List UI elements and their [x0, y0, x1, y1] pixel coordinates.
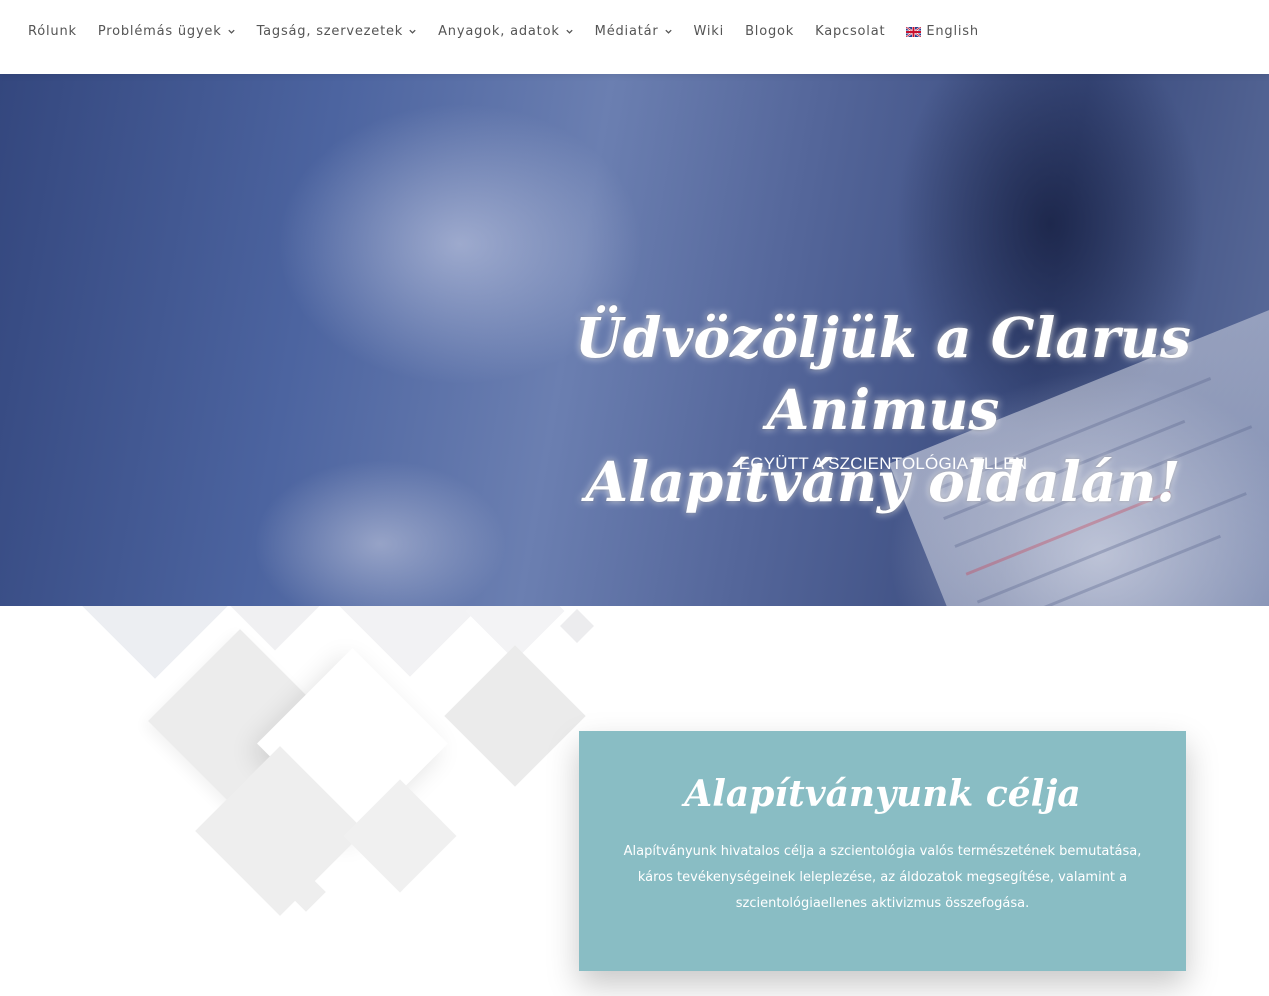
nav-label: Problémás ügyek: [97, 24, 222, 39]
nav-item-blogok[interactable]: Blogok: [745, 24, 794, 39]
hero-title: Üdvözöljük a Clarus Animus Alapítvány ol…: [480, 302, 1269, 518]
chevron-down-icon: [227, 29, 235, 34]
nav-label: Tagság, szervezetek: [256, 24, 404, 39]
card-text: Alapítványunk hivatalos célja a szciento…: [623, 844, 1142, 911]
card-title: Alapítványunk célja: [684, 773, 1081, 815]
nav-menu: Rólunk Problémás ügyek Tagság, szervezet…: [28, 24, 1000, 39]
hero-title-line-1: Üdvözöljük a Clarus Animus: [574, 305, 1192, 442]
chevron-down-icon: [664, 29, 672, 34]
nav-label: Blogok: [745, 24, 795, 39]
nav-item-tagsag-szervezetek[interactable]: Tagság, szervezetek: [257, 24, 418, 39]
chevron-down-icon: [566, 29, 573, 34]
nav-label: Anyagok, adatok: [438, 24, 560, 39]
nav-label: English: [926, 24, 979, 39]
nav-item-mediatar[interactable]: Médiatár: [595, 24, 673, 39]
nav-label: Rólunk: [28, 24, 77, 39]
top-navigation: Rólunk Problémás ügyek Tagság, szervezet…: [0, 0, 1269, 74]
nav-item-kapcsolat[interactable]: Kapcsolat: [815, 24, 885, 39]
nav-label: Wiki: [693, 24, 725, 39]
foundation-goal-card: Alapítványunk célja Alapítványunk hivata…: [579, 731, 1186, 971]
nav-item-rolunk[interactable]: Rólunk: [28, 24, 77, 39]
nav-label: Médiatár: [594, 24, 659, 39]
chevron-down-icon: [409, 29, 416, 34]
nav-item-problemas-ugyek[interactable]: Problémás ügyek: [98, 24, 236, 39]
hero-banner: Üdvözöljük a Clarus Animus Alapítvány ol…: [0, 74, 1269, 606]
uk-flag-icon: [906, 26, 922, 37]
nav-label: Kapcsolat: [815, 24, 886, 39]
nav-item-wiki[interactable]: Wiki: [694, 24, 725, 39]
hero-subtitle: EGYÜTT A SZCIENTOLÓGIA ELLEN: [738, 454, 1028, 473]
decorative-diamond-pattern: [60, 606, 620, 936]
nav-item-language-english[interactable]: English: [906, 24, 979, 39]
nav-item-anyagok-adatok[interactable]: Anyagok, adatok: [438, 24, 574, 39]
